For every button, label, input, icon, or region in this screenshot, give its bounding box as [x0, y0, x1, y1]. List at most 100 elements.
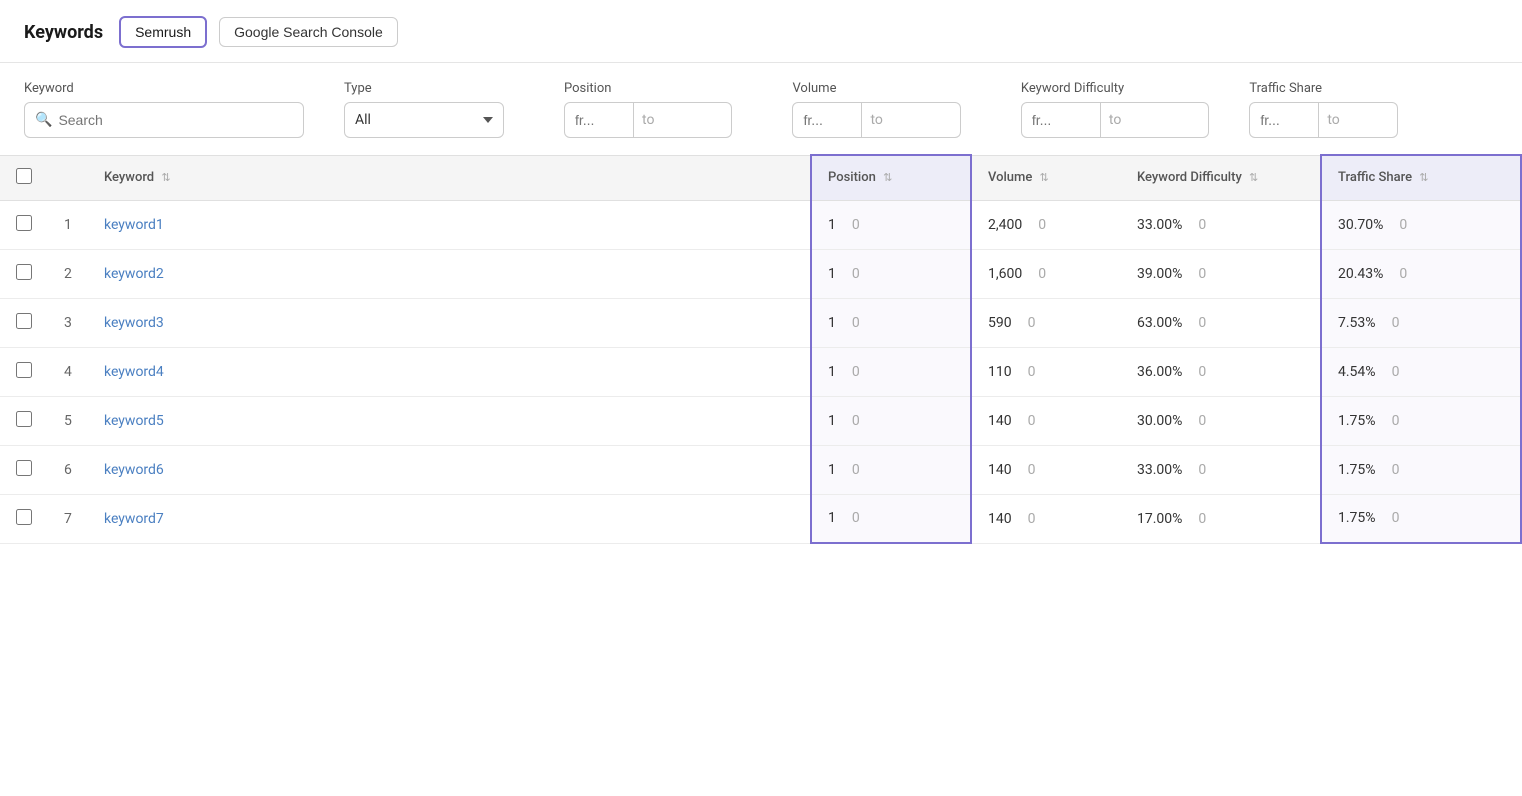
- difficulty-value: 36.00%: [1137, 364, 1182, 380]
- keyword-link[interactable]: keyword3: [104, 315, 164, 331]
- header-position-cell[interactable]: Position ⇅: [811, 155, 971, 200]
- traffic-delta: 0: [1399, 266, 1407, 282]
- traffic-pair: 1.75% 0: [1338, 413, 1504, 429]
- row-checkbox[interactable]: [16, 509, 32, 525]
- volume-delta: 0: [1028, 364, 1036, 380]
- difficulty-pair: 30.00% 0: [1137, 413, 1304, 429]
- keyword-link[interactable]: keyword7: [104, 511, 164, 527]
- difficulty-delta: 0: [1198, 315, 1206, 331]
- position-col-label: Position: [828, 170, 876, 185]
- volume-to-input[interactable]: [891, 102, 961, 138]
- header-checkbox[interactable]: [16, 168, 32, 184]
- row-traffic-cell: 7.53% 0: [1321, 298, 1521, 347]
- row-num-cell: 4: [48, 347, 88, 396]
- row-difficulty-cell: 17.00% 0: [1121, 494, 1321, 543]
- keyword-link[interactable]: keyword5: [104, 413, 164, 429]
- difficulty-pair: 17.00% 0: [1137, 511, 1304, 527]
- keyword-filter-label: Keyword: [24, 81, 304, 96]
- keyword-link[interactable]: keyword2: [104, 266, 164, 282]
- traffic-to-label: to: [1319, 102, 1347, 138]
- table-row: 5 keyword5 1 0 140 0 30.00% 0: [0, 396, 1521, 445]
- header-traffic-cell[interactable]: Traffic Share ⇅: [1321, 155, 1521, 200]
- volume-value: 140: [988, 511, 1012, 527]
- row-keyword-cell: keyword1: [88, 200, 811, 249]
- traffic-pair: 30.70% 0: [1338, 217, 1504, 233]
- traffic-pair: 20.43% 0: [1338, 266, 1504, 282]
- row-position-cell: 1 0: [811, 249, 971, 298]
- header-volume-cell[interactable]: Volume ⇅: [971, 155, 1121, 200]
- traffic-value: 4.54%: [1338, 364, 1376, 380]
- position-sort-icon[interactable]: ⇅: [883, 171, 892, 184]
- keyword-search-input[interactable]: [58, 112, 293, 128]
- difficulty-pair: 63.00% 0: [1137, 315, 1304, 331]
- difficulty-delta: 0: [1198, 266, 1206, 282]
- traffic-from-input[interactable]: [1249, 102, 1319, 138]
- row-check-cell: [0, 298, 48, 347]
- volume-from-input[interactable]: [792, 102, 862, 138]
- difficulty-value: 17.00%: [1137, 511, 1182, 527]
- volume-sort-icon[interactable]: ⇅: [1040, 171, 1049, 184]
- difficulty-value: 30.00%: [1137, 413, 1182, 429]
- row-position-cell: 1 0: [811, 396, 971, 445]
- difficulty-filter-label: Keyword Difficulty: [1021, 81, 1209, 96]
- volume-value: 1,600: [988, 266, 1022, 282]
- traffic-delta: 0: [1399, 217, 1407, 233]
- difficulty-from-input[interactable]: [1021, 102, 1101, 138]
- row-traffic-cell: 30.70% 0: [1321, 200, 1521, 249]
- traffic-sort-icon[interactable]: ⇅: [1419, 171, 1428, 184]
- search-icon: 🔍: [35, 112, 52, 128]
- traffic-value: 30.70%: [1338, 217, 1383, 233]
- traffic-delta: 0: [1392, 510, 1400, 526]
- difficulty-delta: 0: [1198, 511, 1206, 527]
- row-num-cell: 7: [48, 494, 88, 543]
- row-traffic-cell: 1.75% 0: [1321, 494, 1521, 543]
- difficulty-pair: 39.00% 0: [1137, 266, 1304, 282]
- row-num: 5: [64, 413, 72, 429]
- row-checkbox[interactable]: [16, 264, 32, 280]
- difficulty-sort-icon[interactable]: ⇅: [1249, 171, 1258, 184]
- traffic-pair: 1.75% 0: [1338, 462, 1504, 478]
- row-volume-cell: 140 0: [971, 445, 1121, 494]
- volume-pair: 2,400 0: [988, 217, 1105, 233]
- row-checkbox[interactable]: [16, 362, 32, 378]
- type-select-value: All: [355, 112, 371, 128]
- volume-delta: 0: [1028, 315, 1036, 331]
- tab-gsc[interactable]: Google Search Console: [219, 17, 398, 47]
- row-num-cell: 2: [48, 249, 88, 298]
- keyword-filter-group: Keyword 🔍: [24, 81, 304, 138]
- row-num-cell: 1: [48, 200, 88, 249]
- row-difficulty-cell: 36.00% 0: [1121, 347, 1321, 396]
- volume-value: 2,400: [988, 217, 1022, 233]
- header-difficulty-cell[interactable]: Keyword Difficulty ⇅: [1121, 155, 1321, 200]
- position-from-input[interactable]: [564, 102, 634, 138]
- type-select[interactable]: All: [344, 102, 504, 138]
- position-to-input[interactable]: [662, 102, 732, 138]
- position-pair: 1 0: [828, 315, 954, 331]
- header-num-cell: [48, 155, 88, 200]
- keyword-sort-icon[interactable]: ⇅: [161, 171, 170, 184]
- row-volume-cell: 2,400 0: [971, 200, 1121, 249]
- keyword-link[interactable]: keyword4: [104, 364, 164, 380]
- page-title: Keywords: [24, 22, 103, 43]
- keyword-link[interactable]: keyword1: [104, 217, 164, 233]
- position-delta: 0: [852, 413, 860, 429]
- position-delta: 0: [852, 510, 860, 526]
- volume-pair: 590 0: [988, 315, 1105, 331]
- row-checkbox[interactable]: [16, 411, 32, 427]
- row-position-cell: 1 0: [811, 494, 971, 543]
- tab-semrush[interactable]: Semrush: [119, 16, 207, 48]
- header-keyword-cell[interactable]: Keyword ⇅: [88, 155, 811, 200]
- keyword-link[interactable]: keyword6: [104, 462, 164, 478]
- type-filter-group: Type All: [344, 81, 504, 138]
- difficulty-to-input[interactable]: [1129, 102, 1209, 138]
- row-checkbox[interactable]: [16, 215, 32, 231]
- traffic-to-input[interactable]: [1348, 102, 1398, 138]
- row-checkbox[interactable]: [16, 313, 32, 329]
- position-delta: 0: [852, 266, 860, 282]
- position-filter-label: Position: [564, 81, 732, 96]
- volume-pair: 1,600 0: [988, 266, 1105, 282]
- row-check-cell: [0, 396, 48, 445]
- row-checkbox[interactable]: [16, 460, 32, 476]
- row-position-cell: 1 0: [811, 298, 971, 347]
- volume-delta: 0: [1028, 511, 1036, 527]
